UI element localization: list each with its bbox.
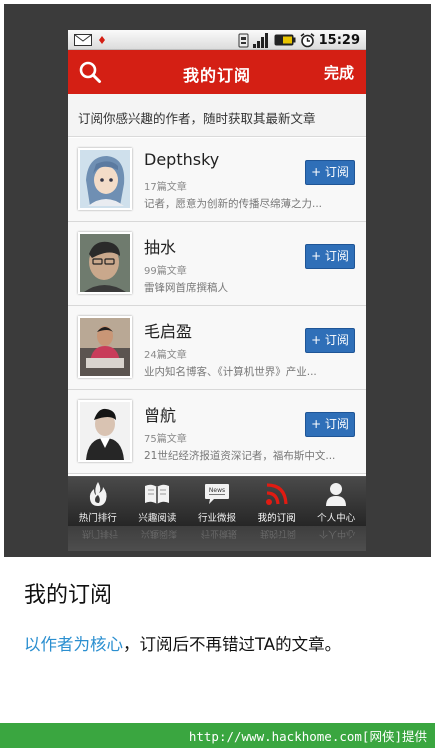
signal-icon bbox=[252, 32, 268, 48]
author-description: 雷锋网首席撰稿人 bbox=[144, 282, 228, 294]
caption-rest: ，订阅后不再错过TA的文章。 bbox=[123, 635, 342, 654]
reflection-label: 行业微报 bbox=[201, 528, 238, 538]
author-article-count: 99篇文章 bbox=[144, 266, 187, 277]
tab-hot-ranking[interactable]: 热门排行 bbox=[68, 477, 128, 526]
fire-icon bbox=[89, 482, 107, 506]
tab-label: 我的订阅 bbox=[257, 513, 296, 524]
avatar bbox=[78, 316, 132, 378]
reflection-label: 兴趣阅读 bbox=[141, 528, 178, 538]
author-row[interactable]: 毛启盈 24篇文章 业内知名博客、《计算机世界》产业... + 订阅 bbox=[68, 306, 366, 390]
rss-icon bbox=[265, 483, 288, 505]
author-row[interactable]: 曾航 75篇文章 21世纪经济报道资深记者，福布斯中文... + 订阅 bbox=[68, 390, 366, 474]
status-bar: 15:29 bbox=[68, 30, 366, 50]
avatar bbox=[78, 232, 132, 294]
author-name: 抽水 bbox=[144, 238, 177, 257]
author-article-count: 24篇文章 bbox=[144, 350, 187, 361]
author-description: 记者，愿意为创新的传播尽绵薄之力... bbox=[144, 198, 323, 210]
book-icon bbox=[145, 484, 170, 504]
news-icon-text: News bbox=[209, 487, 225, 494]
status-time: 15:29 bbox=[318, 32, 360, 48]
subscribe-button[interactable]: + 订阅 bbox=[305, 328, 355, 353]
tab-personal-center[interactable]: 个人中心 bbox=[306, 477, 366, 526]
reflection-label: 我的订阅 bbox=[260, 528, 297, 538]
subscribe-button[interactable]: + 订阅 bbox=[305, 160, 355, 185]
author-name: Depthsky bbox=[144, 150, 220, 169]
tab-my-subscriptions[interactable]: 我的订阅 bbox=[247, 477, 307, 526]
author-article-count: 75篇文章 bbox=[144, 434, 187, 445]
tab-label: 兴趣阅读 bbox=[138, 513, 177, 524]
subscribe-button[interactable]: + 订阅 bbox=[305, 244, 355, 269]
author-row[interactable]: 抽水 99篇文章 雷锋网首席撰稿人 + 订阅 bbox=[68, 222, 366, 306]
page-title: 我的订阅 bbox=[182, 66, 251, 85]
reflection-label: 个人中心 bbox=[319, 528, 356, 538]
footer-credit: http://www.hackhome.com[网侠]提供 bbox=[188, 729, 427, 744]
tab-label: 热门排行 bbox=[78, 513, 117, 524]
author-list: Depthsky 17篇文章 记者，愿意为创新的传播尽绵薄之力... + 订阅 bbox=[68, 138, 366, 474]
mail-icon bbox=[74, 34, 92, 46]
author-description: 21世纪经济报道资深记者，福布斯中文... bbox=[144, 450, 336, 462]
subtitle-text: 订阅你感兴趣的作者，随时获取其最新文章 bbox=[68, 94, 366, 137]
tab-industry-news[interactable]: News 行业微报 bbox=[187, 477, 247, 526]
sim-icon bbox=[238, 33, 249, 47]
notification-dot-icon bbox=[99, 36, 105, 44]
news-bubble-icon: News bbox=[204, 484, 229, 504]
person-icon bbox=[326, 483, 347, 506]
title-bar: 我的订阅 完成 bbox=[68, 50, 366, 94]
avatar bbox=[78, 400, 132, 462]
author-article-count: 17篇文章 bbox=[144, 182, 187, 193]
author-name: 曾航 bbox=[144, 406, 177, 425]
subscribe-button[interactable]: + 订阅 bbox=[305, 412, 355, 437]
tab-label: 个人中心 bbox=[317, 513, 356, 524]
bottom-tab-bar: 热门排行 兴趣阅读 News 行业微报 我的订阅 个人中心 bbox=[68, 476, 366, 526]
caption-highlight: 以作者为核心 bbox=[24, 635, 123, 654]
tab-interest-reading[interactable]: 兴趣阅读 bbox=[128, 477, 188, 526]
phone-screen: 15:29 我的订阅 完成 订阅你感兴趣的作者，随时获取其最新文章 Depths… bbox=[68, 30, 366, 551]
tab-label: 行业微报 bbox=[197, 513, 236, 524]
tab-bar-reflection: 热门排行 兴趣阅读 行业微报 我的订阅 个人中心 bbox=[68, 526, 366, 551]
caption-title: 我的订阅 bbox=[24, 583, 113, 608]
author-description: 业内知名博客、《计算机世界》产业... bbox=[144, 366, 317, 378]
reflection-label: 热门排行 bbox=[82, 528, 119, 538]
screenshot-stage: 15:29 我的订阅 完成 订阅你感兴趣的作者，随时获取其最新文章 Depths… bbox=[0, 0, 435, 748]
footer-bar: http://www.hackhome.com[网侠]提供 bbox=[0, 723, 435, 748]
author-row[interactable]: Depthsky 17篇文章 记者，愿意为创新的传播尽绵薄之力... + 订阅 bbox=[68, 138, 366, 222]
author-name: 毛启盈 bbox=[144, 322, 193, 341]
caption-description: 以作者为核心，订阅后不再错过TA的文章。 bbox=[24, 631, 341, 655]
done-button[interactable]: 完成 bbox=[324, 62, 354, 83]
alarm-icon bbox=[300, 32, 315, 47]
avatar bbox=[78, 148, 132, 210]
battery-icon bbox=[274, 34, 296, 46]
